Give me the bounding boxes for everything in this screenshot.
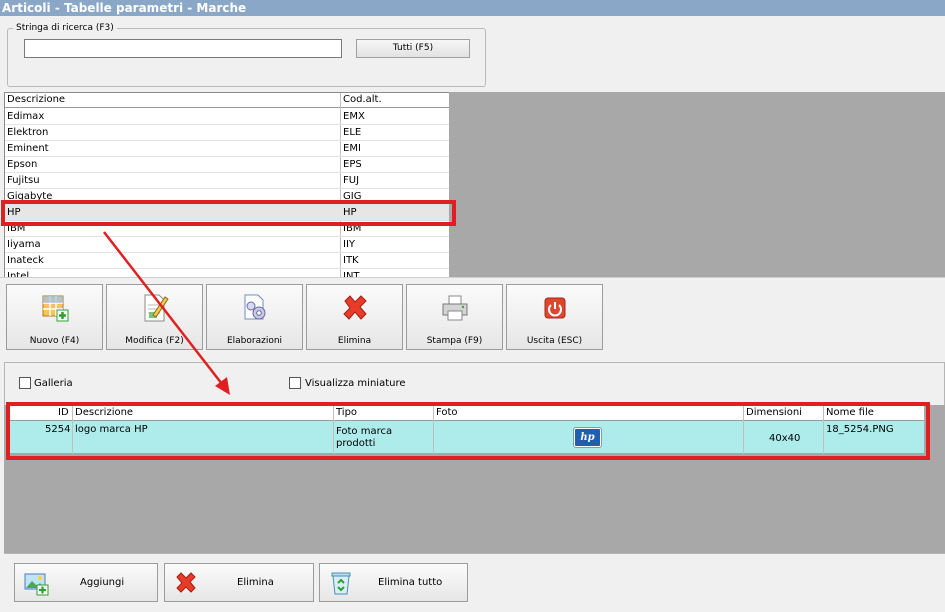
cell-nome-file: 18_5254.PNG <box>826 424 894 435</box>
item-cod: IBM <box>343 223 362 234</box>
printer-icon <box>442 295 468 321</box>
brand-list-header: Descrizione Cod.alt. <box>5 93 449 108</box>
hp-logo-thumbnail: hp <box>573 427 602 448</box>
gallery-grid[interactable]: ID Descrizione Tipo Foto Dimensioni Nome… <box>9 406 924 454</box>
item-cod: HP <box>343 207 357 218</box>
column-separator <box>743 406 744 454</box>
table-row[interactable]: 5254 logo marca HP Foto marca prodotti 4… <box>9 421 924 454</box>
column-separator <box>72 406 73 454</box>
item-desc: Edimax <box>7 111 45 122</box>
cell-dimensioni: 40x40 <box>769 433 801 444</box>
elimina-bottom-label: Elimina <box>237 577 274 588</box>
process-document-icon <box>244 294 266 320</box>
list-item[interactable]: Eminent EMI <box>5 141 449 157</box>
item-desc: HP <box>7 207 21 218</box>
toolbar-divider <box>0 277 945 278</box>
item-cod: EMI <box>343 143 361 154</box>
hp-logo-text: hp <box>580 432 595 443</box>
search-input[interactable] <box>24 39 342 58</box>
modifica-button[interactable]: Modifica (F2) <box>106 284 203 350</box>
list-item[interactable]: Fujitsu FUJ <box>5 173 449 189</box>
cell-descrizione: logo marca HP <box>75 424 148 435</box>
item-cod: IIY <box>343 239 356 250</box>
galleria-checkbox[interactable] <box>19 377 31 389</box>
elimina-toolbar-button[interactable]: Elimina <box>306 284 403 350</box>
window-title: Articoli - Tabelle parametri - Marche <box>0 0 945 16</box>
column-separator <box>823 406 824 454</box>
column-separator <box>333 406 334 454</box>
item-cod: GIG <box>343 191 362 202</box>
elaborazioni-label: Elaborazioni <box>226 336 283 346</box>
item-cod: INT <box>343 271 360 277</box>
tutti-button[interactable]: Tutti (F5) <box>356 39 470 58</box>
item-cod: ITK <box>343 255 359 266</box>
elimina-tutto-button[interactable]: Elimina tutto <box>319 563 468 602</box>
list-item[interactable]: Intel INT <box>5 269 449 277</box>
header-descrizione[interactable]: Descrizione <box>7 93 65 107</box>
elimina-bottom-button[interactable]: Elimina <box>164 563 314 602</box>
modifica-label: Modifica (F2) <box>125 336 184 346</box>
stampa-label: Stampa (F9) <box>426 336 483 346</box>
uscita-button[interactable]: Uscita (ESC) <box>506 284 603 350</box>
header-tipo[interactable]: Tipo <box>336 406 357 420</box>
item-desc: Eminent <box>7 143 49 154</box>
miniature-label: Visualizza miniature <box>305 378 406 389</box>
aggiungi-label: Aggiungi <box>80 577 125 588</box>
elimina-tutto-label: Elimina tutto <box>378 577 443 588</box>
header-descrizione[interactable]: Descrizione <box>75 406 133 420</box>
list-item[interactable]: Gigabyte GIG <box>5 189 449 205</box>
item-desc: Gigabyte <box>7 191 53 202</box>
header-dimensioni[interactable]: Dimensioni <box>746 406 802 420</box>
item-cod: ELE <box>343 127 362 138</box>
item-cod: EMX <box>343 111 365 122</box>
stampa-button[interactable]: Stampa (F9) <box>406 284 503 350</box>
list-item[interactable]: Inateck ITK <box>5 253 449 269</box>
cell-id: 5254 <box>45 424 71 435</box>
recycle-bin-icon <box>331 572 351 595</box>
uscita-label: Uscita (ESC) <box>526 336 583 346</box>
column-separator <box>433 406 434 454</box>
cell-tipo-line1: Foto marca <box>336 426 393 437</box>
search-legend: Stringa di ricerca (F3) <box>13 23 117 34</box>
power-icon <box>544 297 566 319</box>
miniature-checkbox[interactable] <box>289 377 301 389</box>
edit-document-icon <box>144 294 169 322</box>
list-item[interactable]: IBM IBM <box>5 221 449 237</box>
item-desc: Epson <box>7 159 38 170</box>
header-cod-alt[interactable]: Cod.alt. <box>343 93 382 107</box>
header-nome-file[interactable]: Nome file <box>826 406 874 420</box>
list-item[interactable]: Epson EPS <box>5 157 449 173</box>
cell-tipo-line2: prodotti <box>336 438 376 449</box>
list-item-selected[interactable]: HP HP <box>5 205 449 221</box>
item-desc: Intel <box>7 271 30 277</box>
elimina-label: Elimina <box>337 336 372 346</box>
item-desc: Fujitsu <box>7 175 40 186</box>
nuovo-button[interactable]: Nuovo (F4) <box>6 284 103 350</box>
item-desc: Elektron <box>7 127 49 138</box>
brand-list[interactable]: Descrizione Cod.alt. Edimax EMX Elektron E… <box>4 92 449 277</box>
galleria-label: Galleria <box>34 378 73 389</box>
item-cod: EPS <box>343 159 362 170</box>
gallery-grid-header: ID Descrizione Tipo Foto Dimensioni Nome… <box>9 406 924 421</box>
delete-x-icon <box>176 572 196 593</box>
item-desc: Iiyama <box>7 239 41 250</box>
item-desc: IBM <box>7 223 26 234</box>
delete-x-icon <box>343 295 367 320</box>
header-foto[interactable]: Foto <box>436 406 458 420</box>
search-group: Stringa di ricerca (F3) Tutti (F5) <box>7 23 486 87</box>
add-image-icon <box>24 573 49 596</box>
item-cod: FUJ <box>343 175 360 186</box>
elaborazioni-button[interactable]: Elaborazioni <box>206 284 303 350</box>
list-empty-area <box>449 92 945 277</box>
list-item[interactable]: Edimax EMX <box>5 109 449 125</box>
header-id[interactable]: ID <box>58 406 69 420</box>
list-item[interactable]: Iiyama IIY <box>5 237 449 253</box>
item-desc: Inateck <box>7 255 44 266</box>
aggiungi-button[interactable]: Aggiungi <box>14 563 158 602</box>
nuovo-label: Nuovo (F4) <box>29 336 80 346</box>
new-grid-icon <box>42 295 69 322</box>
list-item[interactable]: Elektron ELE <box>5 125 449 141</box>
